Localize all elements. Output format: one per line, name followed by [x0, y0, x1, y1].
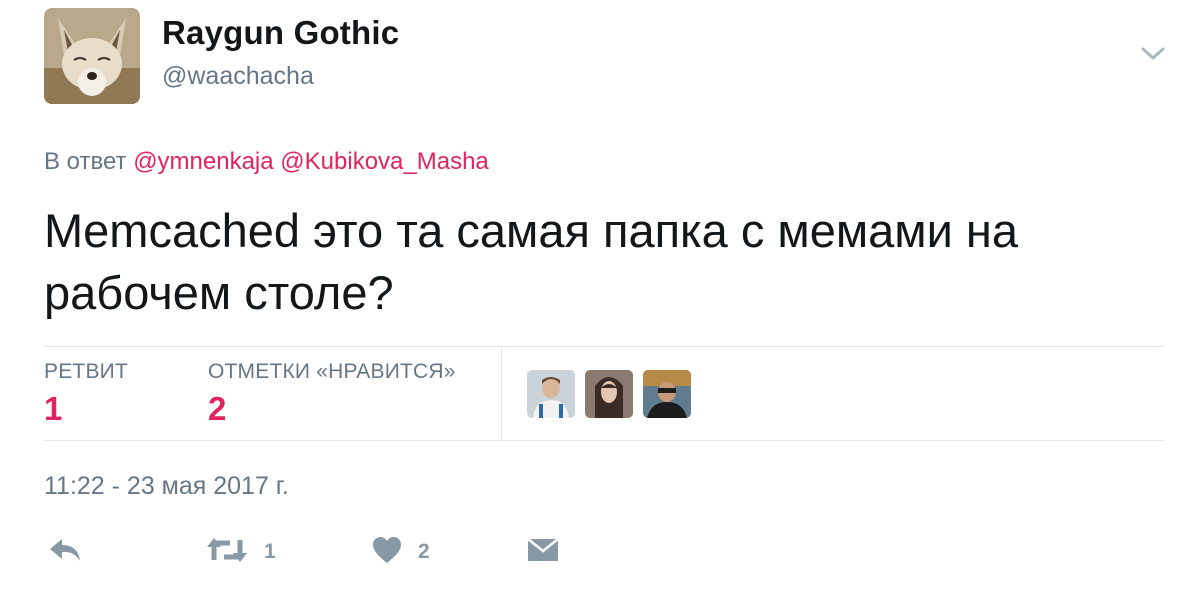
reply-to-prefix: В ответ	[44, 148, 127, 175]
retweets-count[interactable]: 1	[44, 390, 62, 428]
direct-message-button[interactable]	[527, 534, 559, 570]
retweets-label[interactable]: РЕТВИТ	[44, 360, 128, 384]
retweet-count: 1	[264, 540, 276, 563]
reply-button[interactable]	[48, 534, 82, 570]
like-button[interactable]: 2	[372, 534, 430, 570]
display-name[interactable]: Raygun Gothic	[162, 14, 399, 52]
divider	[44, 346, 1164, 347]
avatar[interactable]	[44, 8, 140, 104]
chevron-down-icon[interactable]	[1140, 44, 1166, 64]
divider	[44, 440, 1164, 441]
liker-avatar[interactable]	[585, 370, 633, 418]
like-count: 2	[418, 540, 430, 563]
mention-link[interactable]: @ymnenkaja	[133, 148, 273, 175]
mention-link[interactable]: @Kubikova_Masha	[280, 148, 488, 175]
likes-count[interactable]: 2	[208, 390, 226, 428]
user-handle[interactable]: @waachacha	[162, 62, 314, 91]
liker-avatar[interactable]	[527, 370, 575, 418]
reply-to-line: В ответ @ymnenkaja @Kubikova_Masha	[44, 148, 489, 176]
avatar-image	[44, 8, 140, 104]
tweet-text: Memcached это та самая папка с мемами на…	[44, 204, 1019, 319]
likes-label[interactable]: ОТМЕТКИ «НРАВИТСЯ»	[208, 360, 456, 384]
divider	[501, 346, 502, 440]
reply-icon	[48, 536, 82, 569]
heart-icon	[372, 536, 402, 569]
retweet-icon	[206, 536, 248, 569]
retweet-button[interactable]: 1	[206, 534, 276, 570]
mail-icon	[527, 536, 559, 569]
liker-avatar[interactable]	[643, 370, 691, 418]
tweet-timestamp[interactable]: 11:22 - 23 мая 2017 г.	[44, 472, 289, 501]
